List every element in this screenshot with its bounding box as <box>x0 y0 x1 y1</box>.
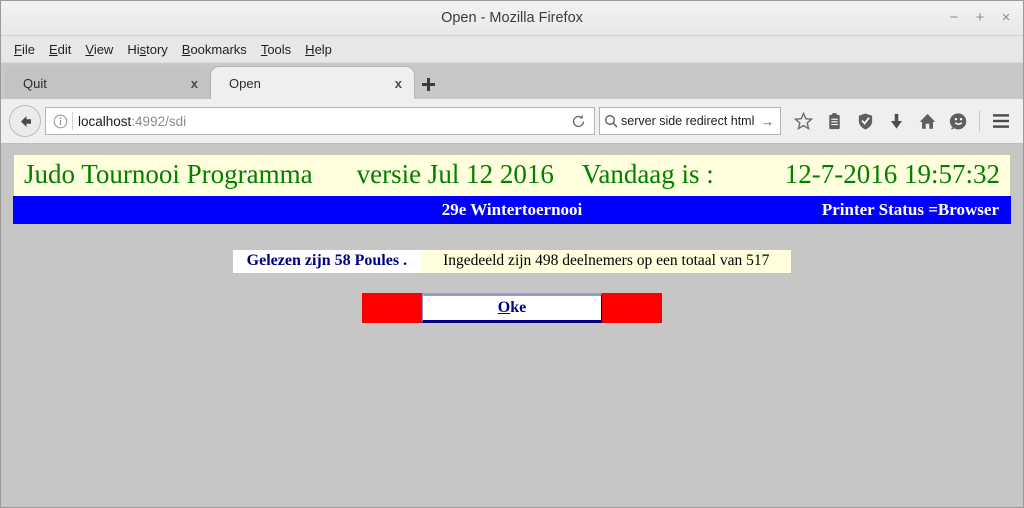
oke-accel-letter: O <box>497 299 511 316</box>
current-datetime: 12-7-2016 19:57:32 <box>784 159 1000 189</box>
printer-status: Printer Status =Browser <box>821 200 999 219</box>
menu-view-post: iew <box>93 41 114 57</box>
home-icon[interactable] <box>913 106 942 136</box>
menu-bookmarks[interactable]: Bookmarks <box>175 40 254 59</box>
button-row: Oke <box>13 293 1011 323</box>
back-arrow-icon <box>20 115 31 127</box>
back-button[interactable] <box>9 105 41 137</box>
identity-info-icon[interactable] <box>50 111 70 131</box>
menu-help-post: elp <box>314 41 332 57</box>
menu-edit[interactable]: Edit <box>42 40 78 59</box>
plus-icon <box>421 77 435 91</box>
program-version: versie Jul 12 2016 <box>356 159 554 189</box>
close-button[interactable]: × <box>999 10 1013 25</box>
search-icon <box>605 115 618 128</box>
info-circle-icon <box>53 114 67 128</box>
button-group: Oke <box>362 293 662 323</box>
hamburger-icon <box>992 114 1009 128</box>
star-icon <box>794 111 813 130</box>
browser-window: Open - Mozilla Firefox − + × File Edit V… <box>0 0 1024 508</box>
banner-row: Judo Tournooi Programma versie Jul 12 20… <box>24 159 1000 190</box>
today-label: Vandaag is : <box>581 159 714 189</box>
tournament-bar: 29e Wintertoernooi Printer Status =Brows… <box>13 196 1011 224</box>
hamburger-menu-button[interactable] <box>986 106 1015 136</box>
url-bar[interactable]: localhost:4992/sdi <box>45 107 595 135</box>
menu-file-accel: F <box>14 41 22 57</box>
maximize-button[interactable]: + <box>973 10 987 25</box>
menu-help[interactable]: Help <box>298 40 339 59</box>
feedback-smiley-icon[interactable] <box>944 106 973 136</box>
url-host: localhost <box>78 113 132 129</box>
menu-edit-post: dit <box>57 41 72 57</box>
menu-tools-post: ools <box>267 41 292 57</box>
menu-help-accel: H <box>305 41 315 57</box>
window-controls: − + × <box>947 1 1013 35</box>
menu-history-post: tory <box>146 41 168 57</box>
downloads-icon[interactable] <box>882 106 911 136</box>
program-banner: Judo Tournooi Programma versie Jul 12 20… <box>13 154 1011 196</box>
title-bar: Open - Mozilla Firefox − + × <box>1 1 1023 36</box>
menu-bar: File Edit View History Bookmarks Tools H… <box>1 36 1023 63</box>
tab-bar: Quit x Open x <box>1 63 1023 99</box>
menu-history-pre: Hi <box>127 41 140 57</box>
tab-open-close-icon[interactable]: x <box>391 76 406 91</box>
tab-quit[interactable]: Quit x <box>5 67 210 99</box>
smiley-icon <box>949 112 967 130</box>
reading-list-icon[interactable] <box>820 106 849 136</box>
menu-tools[interactable]: Tools <box>254 40 298 59</box>
red-block-right <box>602 293 662 323</box>
url-text: localhost:4992/sdi <box>78 114 566 129</box>
oke-button[interactable]: Oke <box>422 293 602 323</box>
house-icon <box>919 113 936 129</box>
program-title: Judo Tournooi Programma <box>24 159 313 189</box>
menu-file[interactable]: File <box>7 40 42 59</box>
new-tab-button[interactable] <box>415 69 441 99</box>
search-input[interactable]: server side redirect html <box>621 114 761 128</box>
shield-check-icon <box>858 113 873 129</box>
url-separator <box>72 112 73 130</box>
minimize-button[interactable]: − <box>947 10 961 25</box>
clipboard-icon <box>829 112 840 129</box>
toolbar-divider <box>979 110 980 132</box>
status-row: Gelezen zijn 58 Poules . Ingedeeld zijn … <box>13 250 1011 273</box>
download-arrow-icon <box>890 113 903 129</box>
tab-quit-close-icon[interactable]: x <box>187 76 202 91</box>
menu-history[interactable]: History <box>120 40 174 59</box>
search-go-icon[interactable]: → <box>761 114 776 129</box>
shield-protection-icon[interactable] <box>851 106 880 136</box>
window-title: Open - Mozilla Firefox <box>441 10 583 26</box>
oke-label-rest: ke <box>510 299 527 316</box>
status-table: Gelezen zijn 58 Poules . Ingedeeld zijn … <box>232 250 792 273</box>
red-block-left <box>362 293 422 323</box>
menu-edit-accel: E <box>48 41 58 57</box>
menu-file-post: ile <box>21 41 35 57</box>
menu-view[interactable]: View <box>78 40 120 59</box>
participants-count-cell: Ingedeeld zijn 498 deelnemers op een tot… <box>421 250 792 273</box>
bookmark-star-icon[interactable] <box>789 106 818 136</box>
url-path: :4992/sdi <box>131 113 187 129</box>
toolbar-icons <box>789 106 1015 136</box>
page-viewport: Judo Tournooi Programma versie Jul 12 20… <box>1 144 1023 507</box>
menu-bookmarks-post: ookmarks <box>190 41 247 57</box>
reload-button[interactable] <box>566 109 590 133</box>
menu-view-accel: V <box>85 41 94 57</box>
poules-count-cell: Gelezen zijn 58 Poules . <box>232 250 422 273</box>
navigation-toolbar: localhost:4992/sdi server side redirect … <box>1 99 1023 144</box>
search-bar[interactable]: server side redirect html → <box>599 107 781 135</box>
tab-open-label: Open <box>229 75 261 91</box>
reload-icon <box>572 114 584 127</box>
tab-quit-label: Quit <box>23 75 47 91</box>
tab-open[interactable]: Open x <box>210 66 415 99</box>
